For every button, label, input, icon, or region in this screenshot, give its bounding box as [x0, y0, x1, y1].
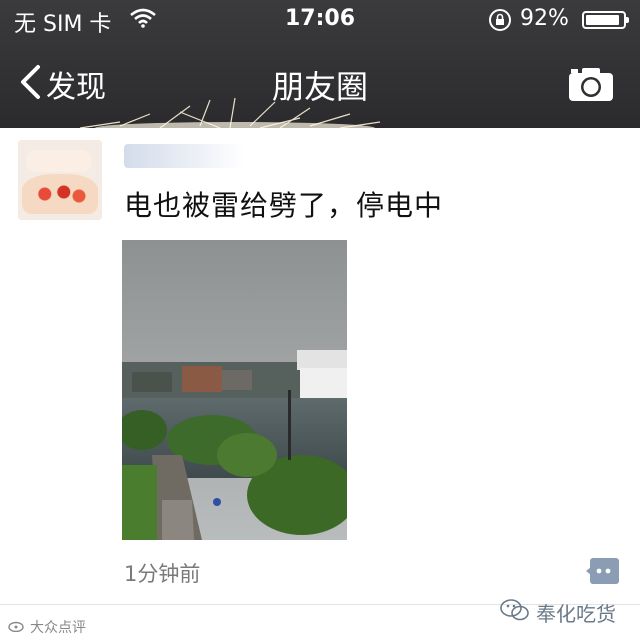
orientation-lock-icon [488, 8, 512, 38]
avatar-cake-top [26, 150, 92, 172]
wechat-icon [500, 598, 530, 627]
battery-icon [582, 11, 629, 29]
sparkle-decoration [79, 97, 381, 128]
username-blurred[interactable] [124, 144, 244, 168]
battery-percent: 92% [520, 6, 569, 31]
watermark-right-label: 奉化吃货 [536, 602, 616, 626]
watermark-right: 奉化吃货 [500, 598, 616, 627]
camera-icon[interactable] [568, 66, 614, 106]
status-bar: 无 SIM 卡 17:06 92% [0, 0, 640, 40]
watermark-left-label: 大众点评 [30, 620, 86, 636]
weibo-icon [8, 618, 26, 636]
post-timestamp: 1分钟前 [124, 562, 201, 586]
avatar[interactable] [18, 140, 102, 220]
battery-fill [586, 15, 620, 25]
watermark-left: 大众点评 [8, 617, 86, 637]
post-photo[interactable] [122, 240, 347, 540]
username-blur-mask [124, 144, 244, 168]
avatar-cake [22, 174, 98, 214]
top-bar: 无 SIM 卡 17:06 92% 发现 朋友圈 [0, 0, 640, 128]
comment-icon[interactable] [586, 557, 620, 585]
post-text: 电也被雷给劈了，停电中 [124, 189, 444, 222]
